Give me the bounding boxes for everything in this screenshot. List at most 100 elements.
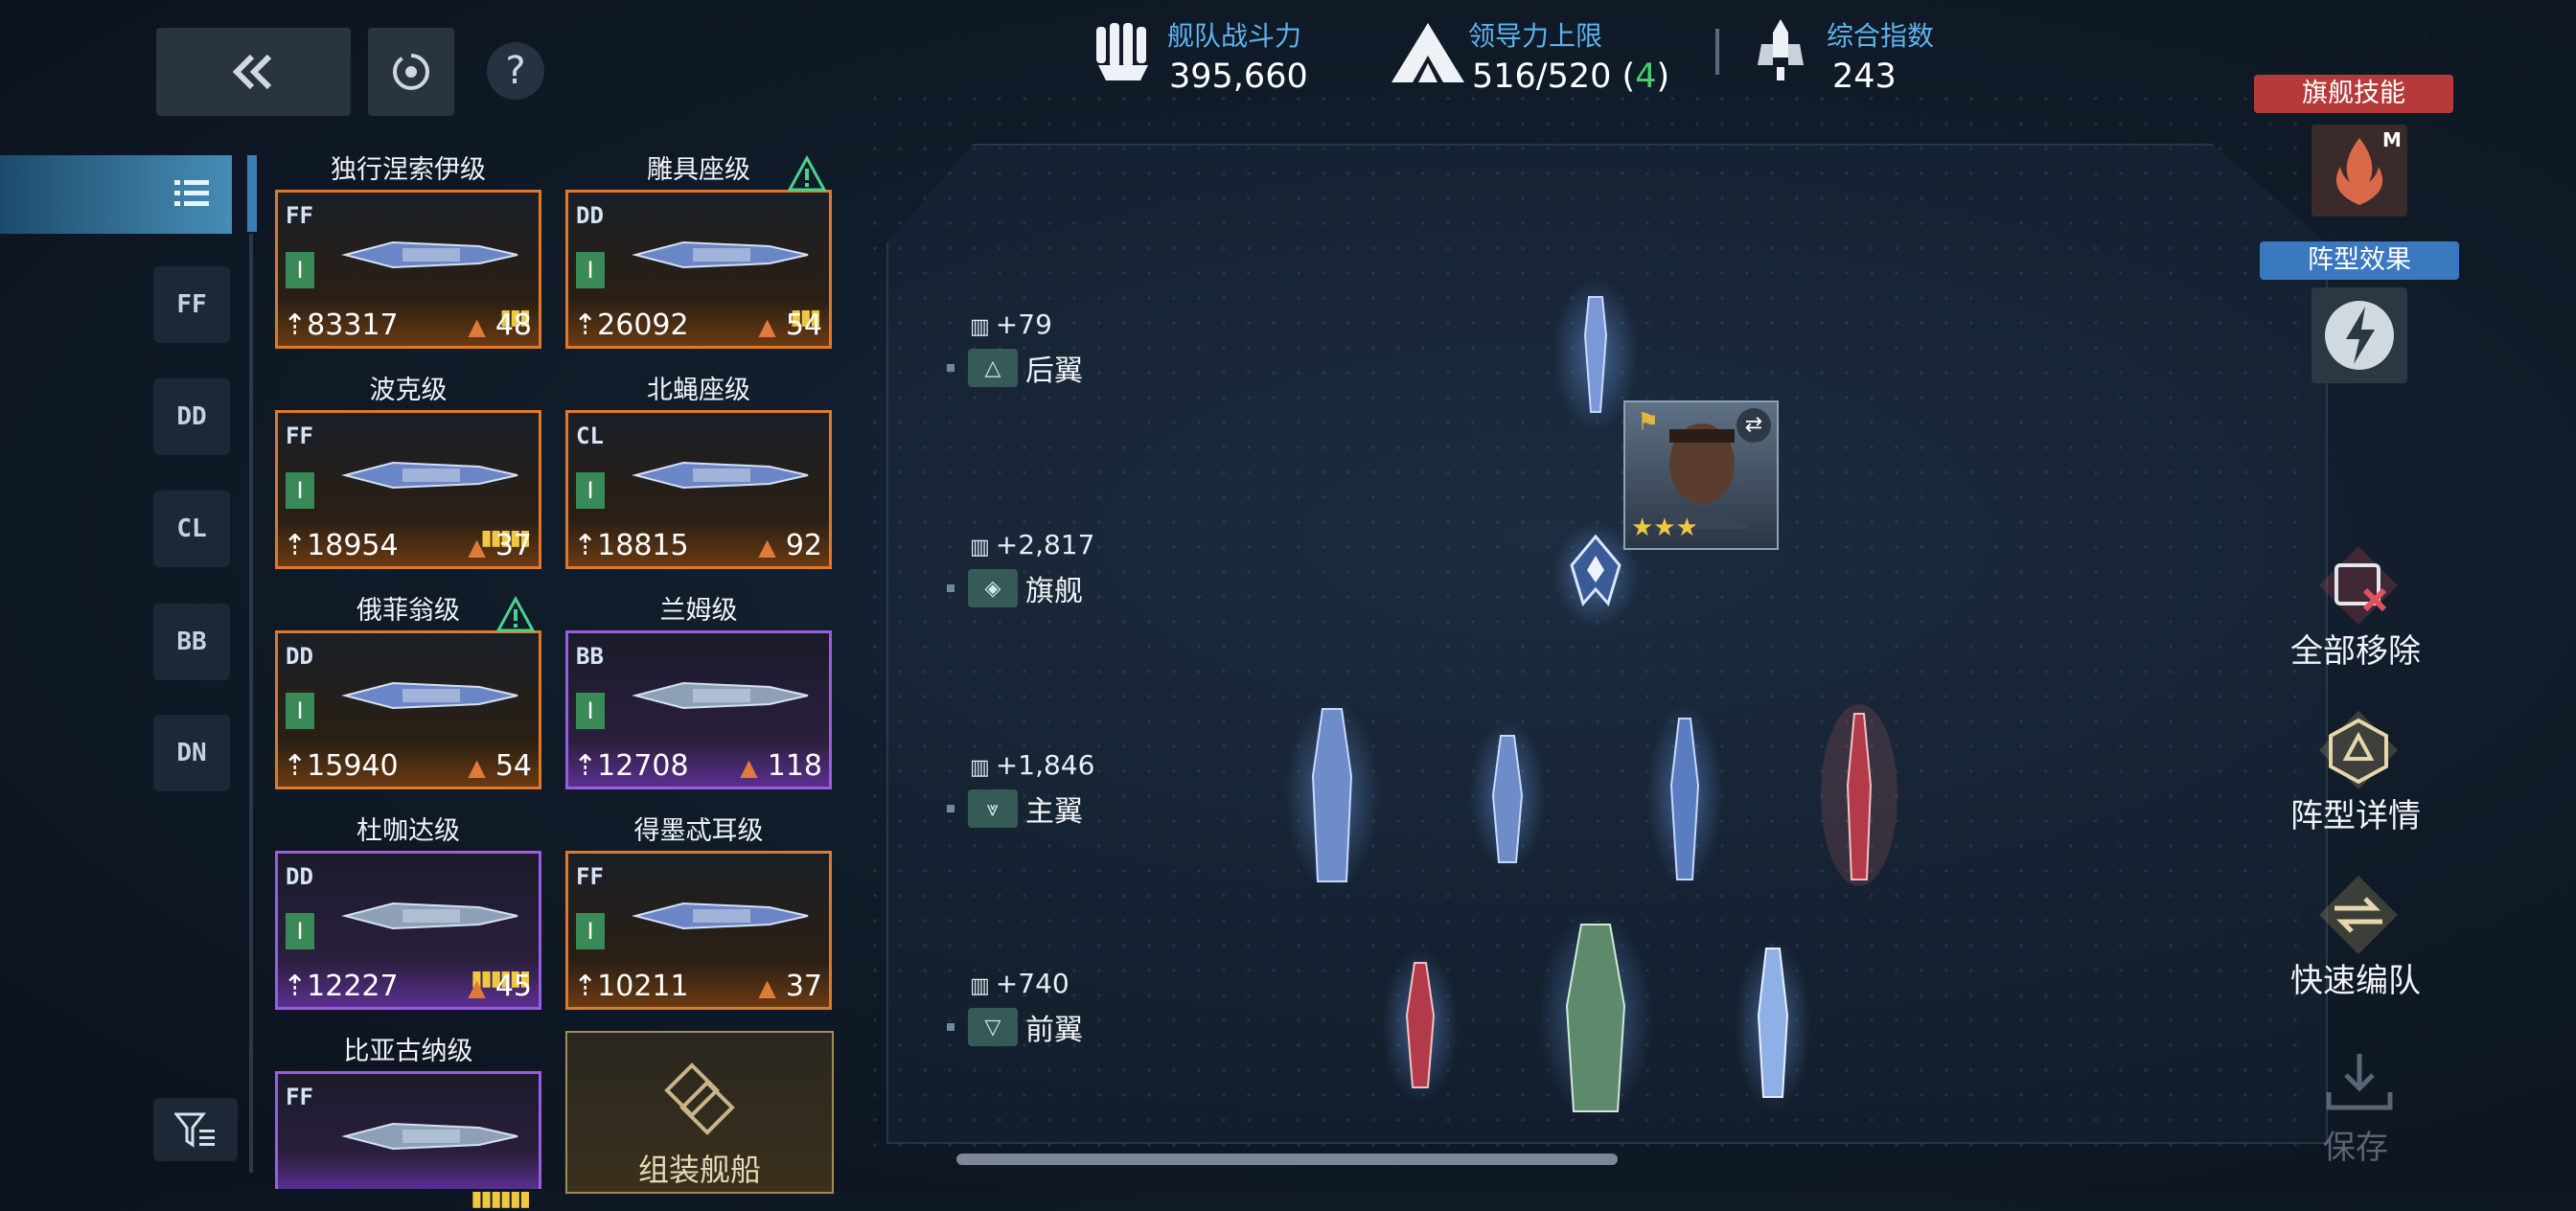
- ship-class-badge: DD: [286, 643, 313, 670]
- remove-all-icon: [2315, 542, 2402, 632]
- flagship-skill-button[interactable]: M: [2312, 125, 2407, 217]
- power-icon: ⇡: [283, 308, 308, 342]
- assemble-icon: [664, 1062, 735, 1135]
- save-icon: [2321, 1048, 2398, 1119]
- ship-card-footer: ⇡18815 ▲ 92: [565, 527, 832, 563]
- ship-cost: 54: [494, 748, 532, 783]
- ship-name: 杜咖达级: [356, 816, 460, 846]
- ship-cost-group: ▲ 54: [468, 749, 541, 783]
- ship-power-group: ⇡12227: [275, 970, 399, 1003]
- formation-effect-header: 阵型效果: [2260, 241, 2459, 280]
- leadership-icon: [1390, 21, 1466, 84]
- ship-silhouette-icon: [341, 902, 518, 930]
- ship-power: 26092: [597, 308, 689, 342]
- ship-power-group: ⇡12708: [565, 749, 689, 783]
- sidebar-tab-cl[interactable]: CL: [153, 491, 230, 567]
- commander-portrait[interactable]: ⚑ ⇄ ★★★: [1623, 400, 1779, 550]
- sidebar-tab-ff[interactable]: FF: [153, 266, 230, 343]
- ship-cost: 54: [785, 308, 822, 342]
- ship-power-group: ⇡26092: [565, 308, 689, 342]
- help-button[interactable]: ?: [487, 42, 544, 100]
- power-icon: ⇡: [573, 969, 598, 1003]
- ship-level-badge: I: [286, 252, 314, 288]
- flagship-skill-header: 旗舰技能: [2254, 75, 2453, 113]
- formation-details-button[interactable]: 阵型详情: [2260, 789, 2451, 836]
- ship-power: 83317: [307, 308, 399, 342]
- save-button[interactable]: 保存: [2260, 1121, 2451, 1168]
- assemble-ship-card[interactable]: 组装舰船: [565, 1031, 834, 1194]
- ship-power-group: ⇡18954: [275, 529, 399, 562]
- leadership-close: ): [1656, 57, 1670, 96]
- ship-card[interactable]: 独行涅索伊级 FF I ▮▮▮ ⇡83317 ▲ 48: [275, 153, 541, 364]
- quick-form-icon: [2315, 872, 2402, 962]
- ship-class-badge: DD: [576, 202, 604, 229]
- leadership-cost-icon: ▲: [740, 753, 758, 781]
- flag-icon: ⚑: [1637, 408, 1660, 437]
- ship-silhouette-icon: [341, 240, 518, 269]
- ship-card[interactable]: 北蝇座级 CL I ⇡18815 ▲ 92: [565, 374, 832, 584]
- fleet-power-icon: [1091, 17, 1158, 84]
- ship-cost-group: ▲ 37: [468, 529, 541, 562]
- ship-main-3: [1646, 704, 1723, 886]
- ship-power-group: ⇡18815: [565, 529, 689, 562]
- power-icon: ⇡: [573, 528, 598, 562]
- ship-class-badge: DD: [286, 863, 313, 890]
- ship-power-group: ⇡15940: [275, 749, 399, 783]
- ship-level-badge: I: [286, 913, 314, 949]
- ship-power: 12227: [307, 969, 399, 1003]
- sidebar-tab-dn[interactable]: DN: [153, 715, 230, 791]
- ship-card-footer: ⇡15940 ▲ 54: [275, 747, 541, 784]
- ship-cost: 118: [767, 748, 822, 783]
- ship-cost: 92: [785, 528, 822, 562]
- ship-star-pips: ▮▮▮▮▮▮: [471, 1187, 531, 1211]
- ship-card-footer: ⇡26092 ▲ 54: [565, 307, 832, 343]
- ship-silhouette-icon: [632, 681, 809, 710]
- remove-all-button[interactable]: 全部移除: [2260, 625, 2451, 672]
- back-button[interactable]: [156, 28, 351, 116]
- filter-button[interactable]: [153, 1098, 238, 1161]
- ship-cost: 37: [785, 969, 822, 1003]
- ship-level-badge: I: [576, 252, 605, 288]
- power-icon: ⇡: [283, 528, 308, 562]
- ship-card-footer: ⇡12227 ▲ 45: [275, 968, 541, 1004]
- stat-divider: [1715, 29, 1719, 75]
- ship-power: 10211: [597, 969, 689, 1003]
- ship-card[interactable]: 兰姆级 BB I ⇡12708 ▲ 118: [565, 594, 832, 805]
- ship-card-footer: ⇡83317 ▲ 48: [275, 307, 541, 343]
- composite-value: 243: [1832, 57, 1897, 96]
- ship-cost-group: ▲ 45: [468, 970, 541, 1003]
- ship-cost: 45: [494, 969, 532, 1003]
- formation-effect-button[interactable]: [2312, 287, 2407, 383]
- ship-silhouette-icon: [632, 240, 809, 269]
- locate-button[interactable]: [368, 28, 454, 116]
- quick-form-button[interactable]: 快速编队: [2260, 954, 2451, 1001]
- ship-card[interactable]: 波克级 FF I ▮▮▮▮▮ ⇡18954 ▲ 37: [275, 374, 541, 584]
- sidebar-divider: [249, 234, 253, 1173]
- ship-card[interactable]: 得墨忒耳级 FF I ⇡10211 ▲ 37: [565, 814, 832, 1025]
- ship-card[interactable]: 比亚古纳级 FF ▮▮▮▮▮▮: [275, 1035, 541, 1211]
- ship-cost: 48: [494, 308, 532, 342]
- warning-icon: [495, 595, 536, 634]
- power-icon: ⇡: [283, 969, 308, 1003]
- formation-ships: [1284, 278, 1898, 1121]
- ship-class-badge: BB: [576, 643, 604, 670]
- sidebar-tab-dd[interactable]: DD: [153, 378, 230, 455]
- sidebar-tab-all[interactable]: [0, 155, 232, 234]
- ship-class-badge: FF: [576, 863, 604, 890]
- sidebar-tab-cl-label: CL: [176, 514, 207, 543]
- swap-icon[interactable]: ⇄: [1736, 408, 1771, 443]
- ship-silhouette-icon: [341, 1122, 518, 1151]
- ship-name: 北蝇座级: [647, 376, 750, 405]
- ship-cost-group: ▲ 118: [740, 749, 832, 783]
- sidebar-tab-bb[interactable]: BB: [153, 604, 230, 680]
- horizontal-scrollbar[interactable]: [956, 1154, 1618, 1165]
- ship-power: 18954: [307, 528, 399, 562]
- ship-main-1: [1284, 699, 1380, 891]
- ship-power: 12708: [597, 748, 689, 783]
- ship-silhouette-icon: [632, 902, 809, 930]
- ship-card[interactable]: 杜咖达级 DD I ▮▮▮▮▮▮ ⇡12227 ▲ 45: [275, 814, 541, 1025]
- ship-front-3: [1735, 939, 1811, 1111]
- double-chevron-left-icon: [232, 54, 271, 90]
- ship-main-4: [1821, 704, 1898, 886]
- ship-cost-group: ▲ 54: [758, 308, 832, 342]
